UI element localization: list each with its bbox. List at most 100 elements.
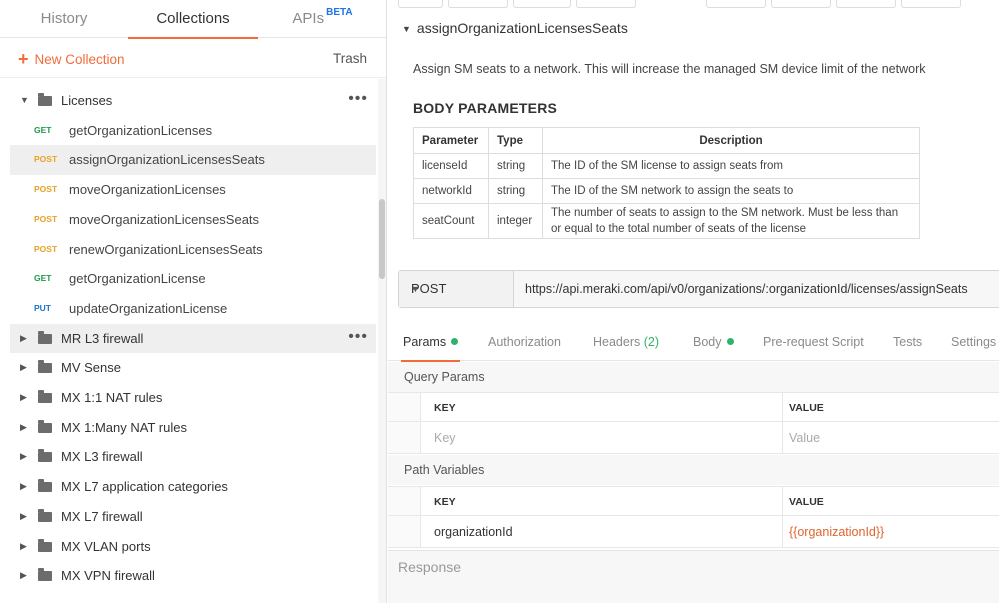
request-item[interactable]: GET getOrganizationLicenses [10,116,376,146]
request-item[interactable]: GET getOrganizationLicense [10,264,376,294]
folder-icon [38,568,52,582]
tab-headers[interactable]: Headers (2) [593,324,659,361]
request-item[interactable]: POST moveOrganizationLicensesSeats [10,205,376,235]
tab-collections[interactable]: Collections [128,0,258,39]
method-badge: POST [34,243,58,254]
method-badge: POST [34,213,58,224]
path-key-input[interactable]: organizationId [434,516,513,548]
request-name: renewOrganizationLicensesSeats [69,241,263,257]
row-gutter [388,516,421,547]
caret-right-icon[interactable]: ▶ [20,561,30,591]
folder-item[interactable]: ▶ MR L3 firewall ••• [10,322,376,354]
folder-item[interactable]: ▶ MX L3 firewall [10,442,376,472]
query-key-input[interactable]: Key [434,422,456,454]
caret-right-icon[interactable]: ▶ [20,472,30,502]
more-options-icon[interactable]: ••• [348,84,368,114]
method-badge: PUT [34,302,51,313]
tab-settings[interactable]: Settings [951,324,996,361]
body-parameters-table: Parameter Type Description licenseId str… [413,127,920,239]
table-cell: The ID of the SM network to assign the s… [542,178,920,204]
new-collection-button[interactable]: + New Collection [18,39,125,78]
tab-stub[interactable] [771,0,831,8]
folder-item[interactable]: ▶ MX 1:1 NAT rules [10,383,376,413]
method-badge: POST [34,184,58,195]
table-cell: string [488,153,543,179]
tab-stub[interactable] [901,0,961,8]
caret-down-icon: ▼ [402,24,411,34]
caret-right-icon[interactable]: ▶ [20,532,30,562]
request-name: updateOrganizationLicense [69,300,228,316]
table-header: Description [542,127,920,154]
folder-item[interactable]: ▶ MV Sense [10,353,376,383]
caret-right-icon[interactable]: ▶ [20,353,30,383]
folder-icon [38,479,52,493]
caret-down-icon[interactable]: ▼ [20,86,30,116]
request-item[interactable]: POST moveOrganizationLicenses [10,175,376,205]
method-badge: POST [34,154,58,165]
table-header-row: Parameter Type Description [413,127,920,154]
caret-right-icon[interactable]: ▶ [20,442,30,472]
tab-body[interactable]: Body [693,324,734,361]
folder-name: MX L7 application categories [61,479,228,495]
folder-icon [38,538,52,552]
caret-right-icon[interactable]: ▶ [20,502,30,532]
collection-tree: ▼ Licenses ••• GET getOrganizationLicenses PO… [0,79,378,603]
folder-name: MR L3 firewall [61,330,144,346]
chevron-down-icon: ▼ [411,284,420,294]
trash-button[interactable]: Trash [333,39,367,78]
tab-history[interactable]: History [0,0,128,38]
caret-right-icon[interactable]: ▶ [20,383,30,413]
request-name: assignOrganizationLicensesSeats [69,152,265,168]
table-row: networkId string The ID of the SM networ… [413,178,920,204]
tab-stub[interactable] [513,0,571,8]
caret-right-icon[interactable]: ▶ [20,413,30,443]
folder-item[interactable]: ▶ MX VPN firewall [10,561,376,591]
table-cell: seatCount [413,203,489,239]
tab-apis[interactable]: APIs BETA [258,0,386,38]
tab-stub[interactable] [448,0,508,8]
tab-tests[interactable]: Tests [893,324,922,361]
column-divider [782,487,783,515]
column-divider [782,422,783,453]
sidebar: History Collections APIs BETA + New Collec… [0,0,387,603]
request-item[interactable]: POST renewOrganizationLicensesSeats [10,235,376,265]
folder-icon [38,419,52,433]
folder-item[interactable]: ▶ MX 1:Many NAT rules [10,413,376,443]
folder-item[interactable]: ▶ MX VLAN ports [10,532,376,562]
more-options-icon[interactable]: ••• [348,322,368,352]
tab-stub[interactable] [836,0,896,8]
method-badge: GET [34,124,52,135]
table-row: seatCount integer The number of seats to… [413,203,920,239]
request-item[interactable]: POST assignOrganizationLicensesSeats [10,145,376,176]
folder-icon [38,330,52,344]
method-select[interactable]: POST ▼ [399,271,514,307]
folder-item[interactable]: ▼ Licenses ••• [10,86,376,116]
table-cell: integer [488,203,543,239]
folder-item[interactable]: ▶ MX L7 application categories [10,472,376,502]
request-item[interactable]: PUT updateOrganizationLicense [10,294,376,324]
table-cell: licenseId [413,153,489,179]
folder-item[interactable]: ▶ MX L7 firewall [10,502,376,532]
scroll-thumb[interactable] [379,199,385,279]
query-param-row: Key Value [388,422,999,454]
row-gutter [388,422,421,453]
query-value-input[interactable]: Value [789,422,820,454]
tab-prerequest-script[interactable]: Pre-request Script [763,324,864,361]
sidebar-tabs: History Collections APIs BETA [0,0,386,39]
path-variables-header: KEY VALUE [388,486,999,516]
column-divider [782,516,783,547]
tab-stub[interactable] [576,0,636,8]
row-gutter [388,487,421,515]
doc-title[interactable]: ▼ assignOrganizationLicensesSeats [402,20,628,36]
tab-authorization[interactable]: Authorization [488,324,561,361]
path-value-input[interactable]: {{organizationId}} [789,516,884,548]
tab-params[interactable]: Params [400,324,461,362]
tab-stub[interactable] [706,0,766,8]
url-input[interactable]: https://api.meraki.com/api/v0/organizati… [525,271,968,307]
request-name: getOrganizationLicenses [69,122,213,138]
column-divider [782,393,783,421]
caret-right-icon[interactable]: ▶ [20,324,30,354]
table-cell: networkId [413,178,489,204]
sidebar-scrollbar[interactable] [378,79,386,603]
tab-stub[interactable] [398,0,443,8]
